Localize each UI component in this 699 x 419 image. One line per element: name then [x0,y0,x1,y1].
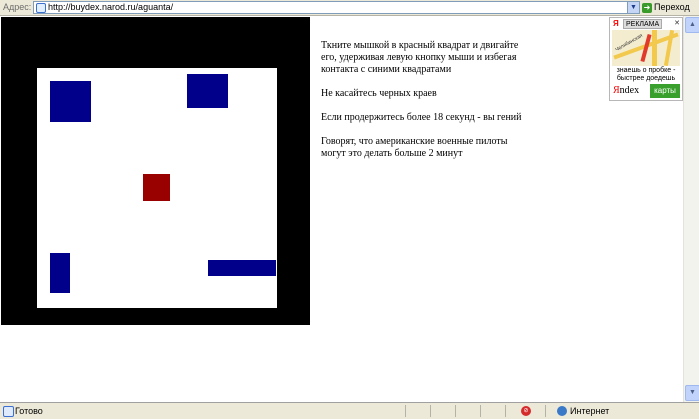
page-icon [36,3,46,13]
page-icon [3,406,14,417]
ad-header: Я РЕКЛАМА ✕ [611,19,681,29]
close-icon[interactable]: ✕ [674,19,680,29]
chevron-down-icon[interactable]: ▼ [627,2,639,13]
map-road [663,30,675,66]
ad-text[interactable]: знаешь о пробке - быстрее доедешь [611,67,681,83]
go-arrow-icon[interactable]: ➜ [642,2,652,13]
status-divider [430,405,431,417]
player-red-square[interactable] [143,174,170,201]
address-input[interactable]: http://buydex.narod.ru/aguanta/ ▼ [33,1,640,14]
instruction-goal: Если продержитесь более 18 секунд - вы г… [321,112,522,123]
enemy-square-top-right [187,74,228,108]
ad-footer[interactable]: Яndex карты [612,84,680,98]
enemy-square-top-left [50,81,91,122]
scroll-up-icon[interactable]: ▲ [685,17,699,33]
status-divider [545,405,546,417]
scroll-down-icon[interactable]: ▼ [685,385,699,401]
status-bar: Готово ⊘ Интернет [0,402,699,419]
status-divider [405,405,406,417]
yandex-brand-y: Я [613,85,620,96]
yandex-logo-icon: Я [613,19,619,28]
popup-blocked-icon[interactable]: ⊘ [521,406,531,416]
yandex-brand: Яndex [613,85,639,97]
go-label[interactable]: Переход [654,2,690,12]
instruction-edges: Не касайтесь черных краев [321,88,437,99]
globe-icon [557,406,567,416]
vertical-scrollbar[interactable]: ▲ ▼ [683,16,699,402]
address-label: Адрес: [3,2,32,12]
enemy-rect-bottom-left [50,253,70,293]
zone-text: Интернет [570,406,610,416]
ad-label: РЕКЛАМА [623,19,663,29]
instruction-pilots: Говорят, что американские военные пилоты… [321,136,508,159]
status-text: Готово [15,406,43,416]
game-border [1,17,310,325]
map-road [652,30,657,66]
status-divider [455,405,456,417]
address-url[interactable]: http://buydex.narod.ru/aguanta/ [48,2,173,13]
enemy-rect-bottom-right [208,260,276,276]
yandex-maps-ad[interactable]: Я РЕКЛАМА ✕ Челябинская знаешь о пробке … [609,17,683,101]
address-bar: Адрес: http://buydex.narod.ru/aguanta/ ▼… [0,0,699,16]
instructions: Ткните мышкой в красный квадрат и двигай… [321,40,531,172]
instruction-drag: Ткните мышкой в красный квадрат и двигай… [321,40,519,75]
status-divider [480,405,481,417]
karty-badge[interactable]: карты [650,84,680,98]
yandex-brand-rest: ndex [619,85,640,96]
go-button[interactable]: ➜ Переход [642,1,690,14]
ad-map-image[interactable]: Челябинская [612,30,680,66]
status-divider [505,405,506,417]
